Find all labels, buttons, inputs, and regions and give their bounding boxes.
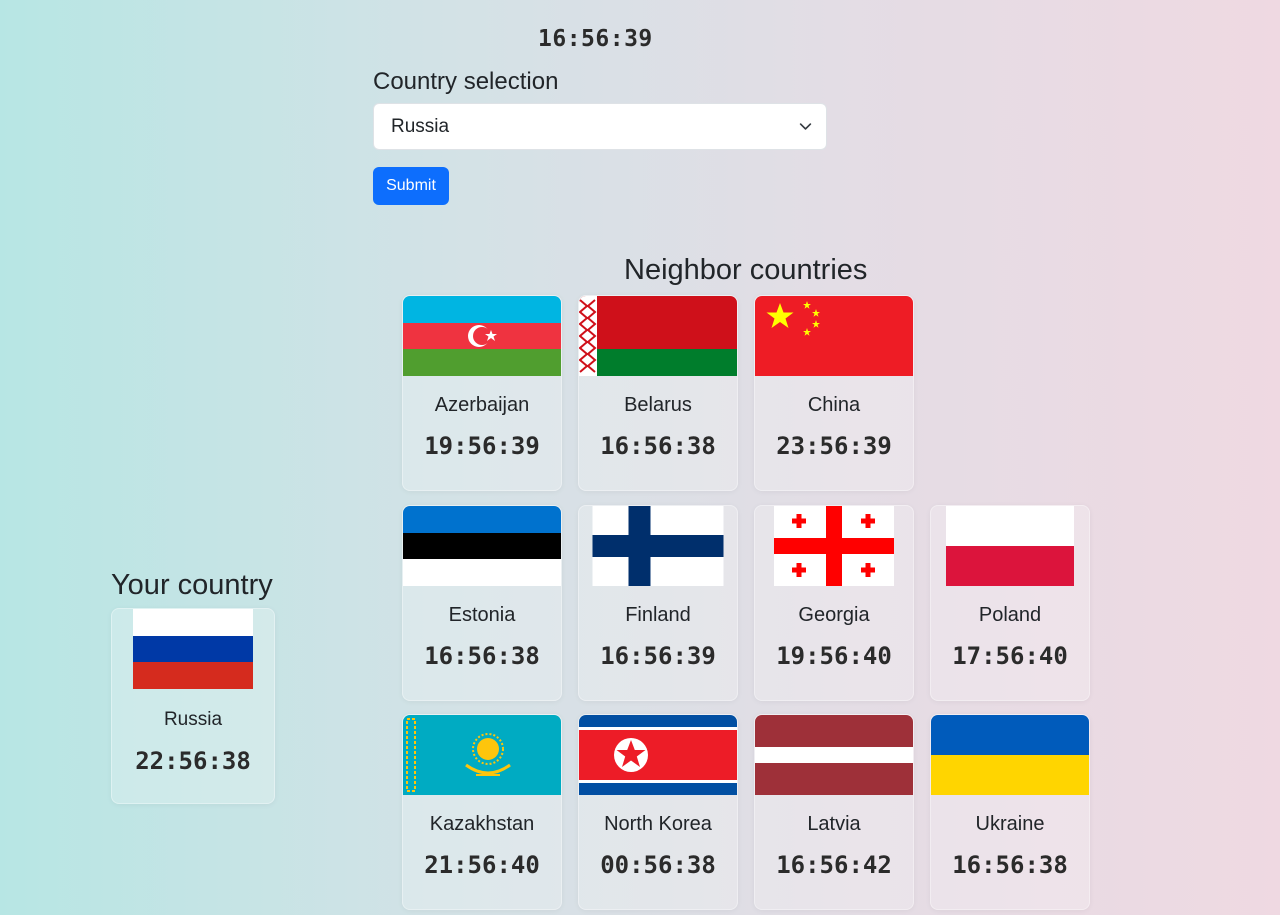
country-card-latvia: Latvia 16:56:42 bbox=[754, 714, 914, 910]
kazakhstan-flag-icon bbox=[403, 715, 561, 795]
country-time: 00:56:38 bbox=[600, 851, 716, 879]
azerbaijan-flag-icon bbox=[403, 296, 561, 376]
country-card-belarus: Belarus 16:56:38 bbox=[578, 295, 738, 491]
country-card-finland: Finland 16:56:39 bbox=[578, 505, 738, 701]
finland-flag-icon bbox=[592, 506, 724, 586]
poland-flag-icon bbox=[946, 506, 1074, 586]
country-time: 19:56:40 bbox=[776, 642, 892, 670]
ukraine-flag-icon bbox=[931, 715, 1089, 795]
your-country-heading: Your country bbox=[111, 569, 273, 601]
georgia-flag-icon bbox=[774, 506, 894, 586]
country-name: Finland bbox=[625, 604, 691, 626]
country-card-kazakhstan: Kazakhstan 21:56:40 bbox=[402, 714, 562, 910]
country-time: 17:56:40 bbox=[952, 642, 1068, 670]
country-card-north-korea: North Korea 00:56:38 bbox=[578, 714, 738, 910]
current-time-clock: 16:56:39 bbox=[538, 26, 653, 52]
country-card-estonia: Estonia 16:56:38 bbox=[402, 505, 562, 701]
country-card-azerbaijan: Azerbaijan 19:56:39 bbox=[402, 295, 562, 491]
country-name: Azerbaijan bbox=[434, 394, 530, 416]
country-name: Estonia bbox=[448, 604, 516, 626]
country-time: 23:56:39 bbox=[776, 432, 892, 460]
chevron-down-icon bbox=[799, 123, 812, 130]
country-time: 21:56:40 bbox=[424, 851, 540, 879]
country-time: 16:56:42 bbox=[776, 851, 892, 879]
country-card-china: China 23:56:39 bbox=[754, 295, 914, 491]
country-time: 16:56:39 bbox=[600, 642, 716, 670]
country-select-value: Russia bbox=[391, 116, 450, 137]
country-time: 16:56:38 bbox=[600, 432, 716, 460]
belarus-flag-icon bbox=[579, 296, 737, 376]
country-name: Belarus bbox=[624, 394, 692, 416]
china-flag-icon bbox=[755, 296, 913, 376]
neighbor-countries-heading: Neighbor countries bbox=[624, 254, 868, 286]
north-korea-flag-icon bbox=[579, 715, 737, 795]
country-card-ukraine: Ukraine 16:56:38 bbox=[930, 714, 1090, 910]
country-name: Poland bbox=[978, 604, 1042, 626]
country-time: 16:56:38 bbox=[424, 642, 540, 670]
country-name: China bbox=[807, 394, 861, 416]
country-select[interactable]: Russia bbox=[373, 103, 827, 150]
russia-flag-icon bbox=[133, 609, 253, 689]
your-country-card: Russia 22:56:38 bbox=[111, 608, 275, 804]
country-name: Latvia bbox=[807, 813, 861, 835]
country-selection-label: Country selection bbox=[373, 68, 559, 95]
country-name: Ukraine bbox=[975, 813, 1045, 835]
country-name: Kazakhstan bbox=[429, 813, 535, 835]
latvia-flag-icon bbox=[755, 715, 913, 795]
country-card-georgia: Georgia 19:56:40 bbox=[754, 505, 914, 701]
country-card-poland: Poland 17:56:40 bbox=[930, 505, 1090, 701]
your-country-name: Russia bbox=[163, 709, 223, 730]
country-time: 19:56:39 bbox=[424, 432, 540, 460]
country-time: 16:56:38 bbox=[952, 851, 1068, 879]
your-country-time: 22:56:38 bbox=[135, 747, 251, 775]
estonia-flag-icon bbox=[403, 506, 561, 586]
submit-button[interactable]: Submit bbox=[373, 167, 449, 205]
country-name: North Korea bbox=[604, 813, 712, 835]
country-name: Georgia bbox=[798, 604, 870, 626]
